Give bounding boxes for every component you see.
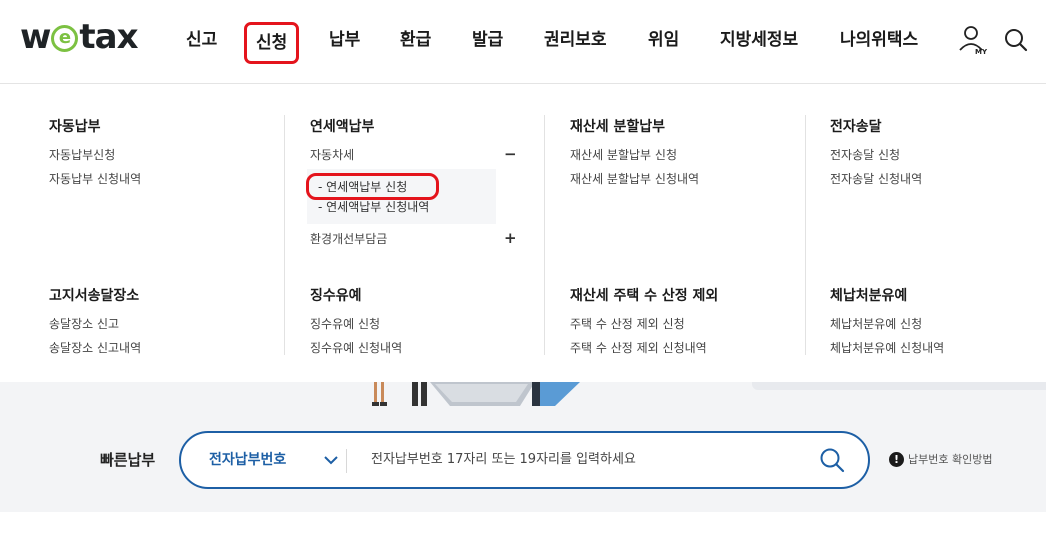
menu-group-vehicle-tax[interactable]: 자동차세	[310, 147, 354, 163]
section-title: 전자송달	[830, 119, 882, 135]
menu-link-installment-history[interactable]: 재산세 분할납부 신청내역	[570, 171, 699, 187]
site-header: w e tax 신고 신청 납부 환급 발급 권리보호 위임 지방세정보 나의위…	[0, 0, 1046, 84]
menu-section-collection-deferral: 징수유예	[310, 286, 362, 306]
logo-e-mark: e	[51, 24, 79, 52]
my-label: MY	[975, 48, 988, 56]
section-title: 고지서송달장소	[49, 288, 140, 304]
info-alert-icon: !	[889, 451, 904, 467]
hero-illustration	[372, 382, 580, 406]
search-icon[interactable]	[819, 447, 845, 473]
section-title: 징수유예	[310, 288, 362, 304]
divider	[346, 449, 347, 473]
chevron-down-icon[interactable]	[323, 452, 339, 468]
menu-link-exclusion-history[interactable]: 주택 수 산정 제외 신청내역	[570, 340, 707, 356]
menu-section-e-delivery: 전자송달	[830, 117, 882, 137]
hero-panel-edge	[752, 382, 1046, 390]
collapse-minus-icon[interactable]: −	[504, 146, 517, 162]
quick-pay-bar: 전자납부번호	[179, 431, 870, 489]
menu-link-arrears-apply[interactable]: 체납처분유예 신청	[830, 316, 922, 332]
gnb-pay[interactable]: 납부	[329, 28, 360, 52]
menu-link-deferral-history[interactable]: 징수유예 신청내역	[310, 340, 402, 356]
menu-link-annual-pay-history[interactable]: - 연세액납부 신청내역	[318, 199, 429, 215]
gnb-delegate[interactable]: 위임	[648, 28, 679, 52]
menu-link-address-history[interactable]: 송달장소 신고내역	[49, 340, 141, 356]
gnb-rights[interactable]: 권리보호	[544, 28, 607, 52]
gnb-refund[interactable]: 환급	[400, 28, 431, 52]
menu-link-auto-pay-history[interactable]: 자동납부 신청내역	[49, 171, 141, 187]
wetax-logo[interactable]: w e tax	[20, 17, 139, 57]
menu-section-auto-pay: 자동납부	[49, 117, 101, 137]
menu-link-address-report[interactable]: 송달장소 신고	[49, 316, 119, 332]
section-title: 자동납부	[49, 119, 101, 135]
gnb-report[interactable]: 신고	[186, 28, 217, 52]
help-text: 납부번호 확인방법	[908, 453, 993, 466]
menu-link-auto-pay-apply[interactable]: 자동납부신청	[49, 147, 115, 163]
pay-number-input[interactable]	[371, 450, 811, 470]
menu-group-env-charge[interactable]: 환경개선부담금	[310, 231, 387, 247]
logo-text-w: w	[20, 17, 51, 57]
menu-link-deferral-apply[interactable]: 징수유예 신청	[310, 316, 380, 332]
menu-link-exclusion-apply[interactable]: 주택 수 산정 제외 신청	[570, 316, 685, 332]
gnb-issue[interactable]: 발급	[472, 28, 503, 52]
section-title: 재산세 분할납부	[570, 119, 666, 135]
column-divider	[805, 115, 806, 355]
quick-pay-label: 빠른납부	[100, 451, 156, 469]
menu-link-arrears-history[interactable]: 체납처분유예 신청내역	[830, 340, 944, 356]
gnb-apply[interactable]: 신청	[244, 22, 300, 64]
logo-text-tax: tax	[79, 17, 138, 57]
search-icon[interactable]	[1004, 28, 1028, 52]
pay-number-type-select[interactable]: 전자납부번호	[209, 450, 286, 470]
highlight-annotation	[306, 173, 439, 200]
section-title: 연세액납부	[310, 119, 375, 135]
menu-section-property-installment: 재산세 분할납부	[570, 117, 665, 137]
gnb-local-tax-info[interactable]: 지방세정보	[720, 28, 798, 52]
menu-link-e-delivery-history[interactable]: 전자송달 신청내역	[830, 171, 922, 187]
menu-section-arrears-deferral: 체납처분유예	[830, 286, 907, 306]
menu-section-notice-address: 고지서송달장소	[49, 286, 139, 306]
gnb-my-wetax[interactable]: 나의위택스	[840, 28, 918, 52]
expand-plus-icon[interactable]: +	[504, 230, 517, 246]
column-divider	[284, 115, 285, 355]
section-title: 체납처분유예	[830, 288, 908, 304]
menu-link-installment-apply[interactable]: 재산세 분할납부 신청	[570, 147, 677, 163]
menu-section-annual-pay: 연세액납부	[310, 117, 374, 137]
column-divider	[544, 115, 545, 355]
mega-menu-apply: 자동납부 자동납부신청 자동납부 신청내역 연세액납부 자동차세 − - 연세액…	[0, 85, 1046, 382]
section-title: 재산세 주택 수 산정 제외	[570, 288, 719, 304]
pay-number-help-link[interactable]: ! 납부번호 확인방법	[889, 451, 992, 467]
menu-section-house-count-exclusion: 재산세 주택 수 산정 제외	[570, 286, 718, 306]
menu-link-e-delivery-apply[interactable]: 전자송달 신청	[830, 147, 900, 163]
user-my-icon[interactable]: MY	[958, 24, 988, 56]
